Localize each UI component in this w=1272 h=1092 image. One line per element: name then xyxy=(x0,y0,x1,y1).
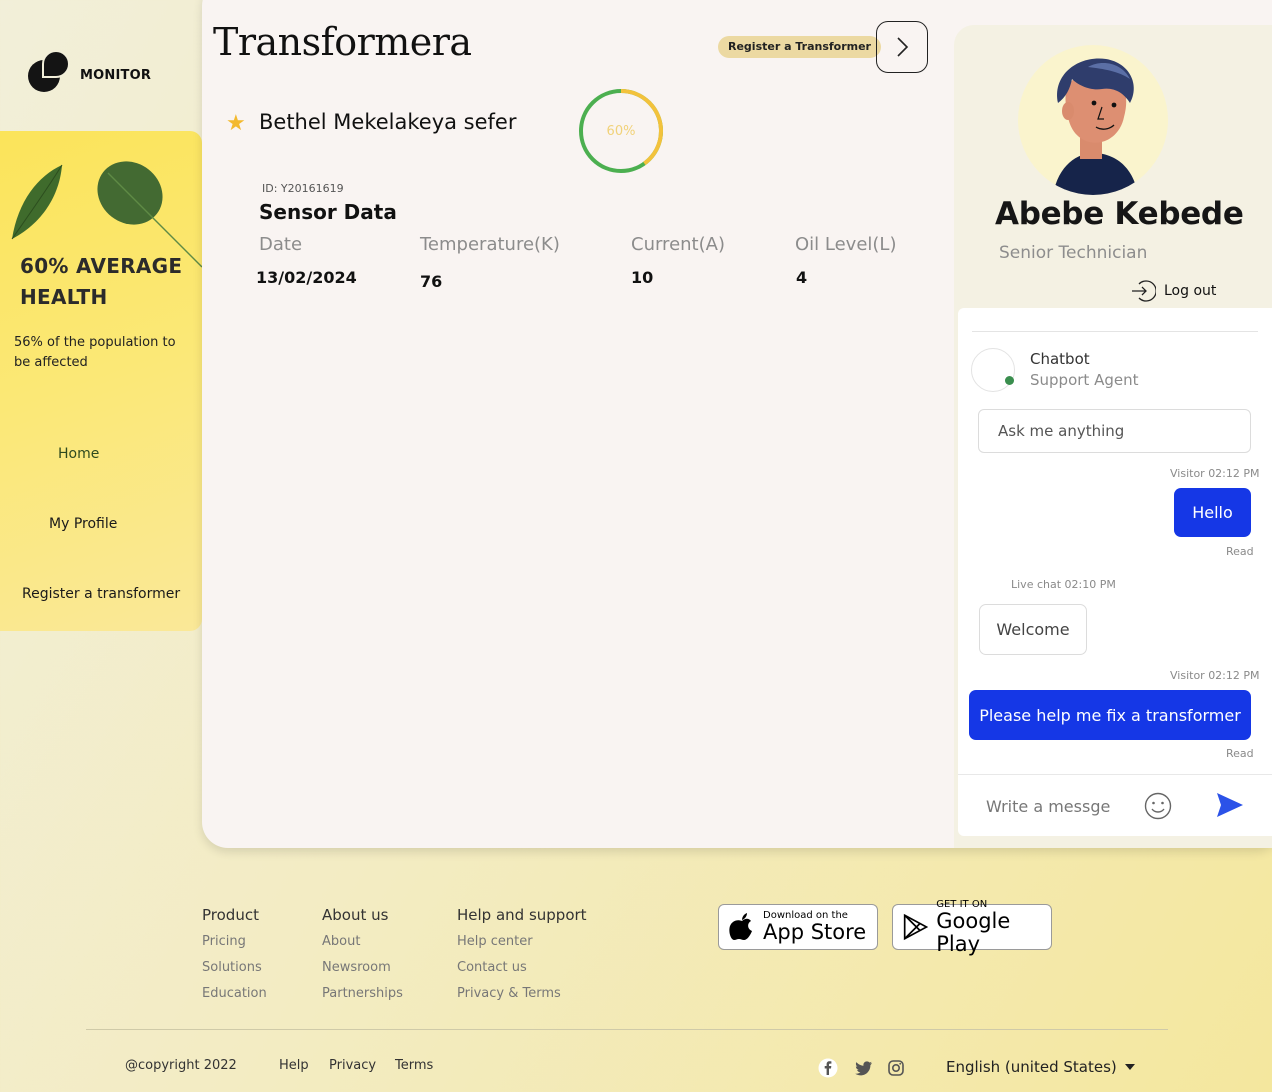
facebook-icon[interactable] xyxy=(818,1058,838,1078)
footer-link-education[interactable]: Education xyxy=(202,986,267,1001)
next-button[interactable] xyxy=(876,21,928,73)
apple-icon xyxy=(729,913,752,940)
nav-my-profile[interactable]: My Profile xyxy=(49,516,117,532)
compose-divider xyxy=(958,774,1272,775)
message-status: Read xyxy=(1226,747,1254,760)
ask-input[interactable] xyxy=(978,409,1251,453)
logout-button[interactable]: Log out xyxy=(1130,278,1216,304)
column-header-date: Date xyxy=(259,234,303,255)
twitter-icon[interactable] xyxy=(854,1058,874,1078)
chatbot-name: Chatbot xyxy=(1030,350,1090,368)
cell-current: 10 xyxy=(631,268,654,287)
nav-register-transformer[interactable]: Register a transformer xyxy=(22,586,180,602)
message-bubble-outgoing: Hello xyxy=(1174,488,1251,537)
register-transformer-button[interactable]: Register a Transformer xyxy=(718,36,881,58)
transformer-id: ID: Y20161619 xyxy=(262,182,344,195)
user-avatar-illustration xyxy=(1053,58,1138,195)
google-play-button[interactable]: GET IT ON Google Play xyxy=(892,899,1052,955)
avatar[interactable] xyxy=(1018,45,1168,195)
logout-icon xyxy=(1132,280,1156,302)
user-name: Abebe Kebede xyxy=(995,196,1244,232)
footer-link-privacy[interactable]: Privacy xyxy=(329,1058,376,1073)
message-status: Read xyxy=(1226,545,1254,558)
online-status-dot xyxy=(1005,376,1014,385)
logout-label: Log out xyxy=(1164,283,1217,299)
google-play-big-text: Google Play xyxy=(936,908,1011,956)
population-affected-text: 56% of the population to be affected xyxy=(14,335,176,370)
page-title: Transformera xyxy=(213,20,472,64)
footer-link-newsroom[interactable]: Newsroom xyxy=(322,960,391,975)
star-icon[interactable]: ★ xyxy=(226,113,246,135)
column-header-oil-level: Oil Level(L) xyxy=(795,234,897,255)
message-bubble-incoming: Welcome xyxy=(979,604,1087,655)
app-store-big-text: App Store xyxy=(763,920,867,944)
sensor-data-title: Sensor Data xyxy=(259,200,397,224)
message-meta: Live chat 02:10 PM xyxy=(1011,578,1116,591)
cell-date: 13/02/2024 xyxy=(256,268,357,287)
footer-link-privacy-terms[interactable]: Privacy & Terms xyxy=(457,986,561,1001)
transformer-name: Bethel Mekelakeya sefer xyxy=(259,110,517,134)
footer-link-help-center[interactable]: Help center xyxy=(457,934,533,949)
column-header-temperature: Temperature(K) xyxy=(420,234,560,255)
footer-divider xyxy=(86,1029,1168,1030)
logo-icon xyxy=(28,50,72,94)
message-meta: Visitor 02:12 PM xyxy=(1170,669,1260,682)
column-header-current: Current(A) xyxy=(631,234,725,255)
footer-heading-product: Product xyxy=(202,906,259,924)
message-input[interactable] xyxy=(972,789,1132,823)
footer-link-contact-us[interactable]: Contact us xyxy=(457,960,527,975)
chevron-right-icon xyxy=(897,37,909,57)
chat-divider xyxy=(972,331,1258,332)
google-play-icon xyxy=(903,913,929,941)
language-label: English (united States) xyxy=(946,1058,1117,1076)
cell-temperature: 76 xyxy=(420,272,443,291)
brand-name: MONITOR xyxy=(80,67,152,83)
language-selector[interactable]: English (united States) xyxy=(946,1058,1135,1076)
leaf-icon xyxy=(11,164,63,240)
sidebar: 60% AVERAGE HEALTH 56% of the population… xyxy=(0,131,202,631)
chat-widget: Chatbot Support Agent Visitor 02:12 PM H… xyxy=(958,308,1272,836)
message-bubble-outgoing: Please help me fix a transformer xyxy=(969,690,1251,740)
footer-link-help[interactable]: Help xyxy=(279,1058,309,1073)
nav-home[interactable]: Home xyxy=(58,446,99,462)
footer-link-solutions[interactable]: Solutions xyxy=(202,960,262,975)
app-store-button[interactable]: Download on the App Store xyxy=(718,904,878,950)
footer-link-terms[interactable]: Terms xyxy=(395,1058,433,1073)
chatbot-avatar xyxy=(971,348,1015,392)
user-role: Senior Technician xyxy=(999,243,1148,263)
cell-oil-level: 4 xyxy=(796,268,808,287)
caret-down-icon xyxy=(1124,1064,1135,1070)
average-health-title: 60% AVERAGE HEALTH xyxy=(20,254,183,309)
google-play-small-text: GET IT ON xyxy=(936,898,988,910)
footer-link-pricing[interactable]: Pricing xyxy=(202,934,246,949)
health-percent-label: 60% xyxy=(606,123,636,139)
brand-logo[interactable]: MONITOR xyxy=(28,50,151,94)
chatbot-role: Support Agent xyxy=(1030,371,1139,389)
footer-heading-about-us: About us xyxy=(322,906,389,924)
emoji-icon[interactable] xyxy=(1143,791,1173,821)
send-icon[interactable] xyxy=(1215,791,1245,819)
footer-link-about[interactable]: About xyxy=(322,934,360,949)
copyright-text: @copyright 2022 xyxy=(125,1058,237,1073)
footer-link-partnerships[interactable]: Partnerships xyxy=(322,986,403,1001)
message-meta: Visitor 02:12 PM xyxy=(1170,467,1260,480)
instagram-icon[interactable] xyxy=(886,1058,906,1078)
footer-heading-help-support: Help and support xyxy=(457,906,587,924)
